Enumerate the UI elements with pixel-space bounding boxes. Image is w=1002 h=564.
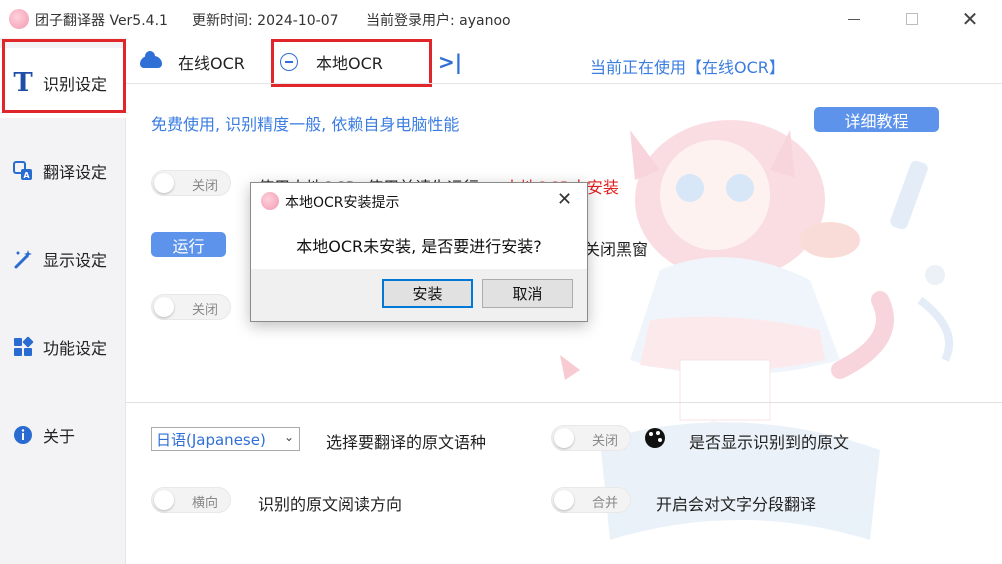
- dialog-title: 本地OCR安装提示: [285, 195, 400, 211]
- sidebar: T 识别设定 A 翻译设定 显示设定 功能设定 关于: [0, 38, 126, 564]
- show-original-toggle[interactable]: 关闭: [551, 425, 631, 451]
- show-original-label: 是否显示识别到的原文: [689, 433, 850, 452]
- dialog-close-button[interactable]: ✕: [557, 189, 572, 210]
- grid-icon: [12, 336, 34, 358]
- sidebar-item-translation[interactable]: A 翻译设定: [0, 136, 126, 206]
- dialog-footer: 安装 取消: [251, 269, 587, 321]
- cloud-icon: [140, 51, 162, 68]
- app-logo-icon: [9, 9, 29, 29]
- tab-online-ocr[interactable]: 在线OCR: [140, 44, 245, 80]
- merge-paragraph-toggle[interactable]: 合并: [551, 487, 631, 513]
- language-label: 选择要翻译的原文语种: [326, 433, 487, 452]
- dialog-title-bar: 本地OCR安装提示 ✕: [251, 183, 587, 217]
- section-divider: [126, 402, 1002, 403]
- toggle-label: 横向: [191, 496, 218, 511]
- translate-icon: A: [12, 160, 34, 182]
- toggle-label: 关闭: [191, 303, 218, 318]
- minimize-button[interactable]: [842, 8, 866, 30]
- sidebar-item-label: 翻译设定: [43, 163, 108, 182]
- chevron-down-icon: ⌄: [283, 430, 294, 444]
- close-button[interactable]: ✕: [958, 7, 982, 31]
- toggle-label: 关闭: [591, 434, 618, 449]
- merge-paragraph-label: 开启会对文字分段翻译: [656, 495, 817, 514]
- highlight-frame: [271, 39, 432, 87]
- close-console-toggle[interactable]: 关闭: [151, 294, 231, 320]
- tab-divider: [126, 83, 1002, 84]
- close-console-label: 关闭黑窗: [584, 240, 649, 259]
- dialog-message: 本地OCR未安装, 是否要进行安装?: [296, 237, 542, 256]
- local-ocr-description: 免费使用, 识别精度一般, 依赖自身电脑性能: [151, 115, 460, 134]
- app-title: 团子翻译器 Ver5.4.1: [35, 13, 168, 29]
- current-user: 当前登录用户: ayanoo: [366, 13, 511, 29]
- toggle-label: 合并: [591, 496, 618, 511]
- app-window: 团子翻译器 Ver5.4.1 更新时间: 2024-10-07 当前登录用户: …: [0, 0, 1002, 564]
- maximize-button[interactable]: [900, 8, 924, 30]
- language-select[interactable]: 日语(Japanese) ⌄: [151, 427, 300, 451]
- install-prompt-dialog: 本地OCR安装提示 ✕ 本地OCR未安装, 是否要进行安装? 安装 取消: [250, 182, 588, 322]
- local-ocr-toggle[interactable]: 关闭: [151, 170, 231, 196]
- current-ocr-status: 当前正在使用【在线OCR】: [590, 58, 785, 77]
- info-icon: [12, 424, 34, 446]
- sidebar-item-display[interactable]: 显示设定: [0, 224, 126, 294]
- collapse-arrow-icon[interactable]: >|: [438, 50, 462, 74]
- sidebar-item-function[interactable]: 功能设定: [0, 312, 126, 382]
- palette-icon: [645, 428, 665, 448]
- title-bar: 团子翻译器 Ver5.4.1 更新时间: 2024-10-07 当前登录用户: …: [0, 0, 1002, 38]
- app-logo-icon: [261, 192, 279, 210]
- cancel-button[interactable]: 取消: [482, 279, 573, 308]
- highlight-frame: [2, 39, 126, 113]
- tutorial-button[interactable]: 详细教程: [814, 107, 939, 132]
- reading-direction-label: 识别的原文阅读方向: [258, 495, 403, 514]
- install-button[interactable]: 安装: [382, 279, 473, 308]
- tab-label: 在线OCR: [178, 54, 245, 73]
- reading-direction-toggle[interactable]: 横向: [151, 487, 231, 513]
- sidebar-item-label: 关于: [43, 427, 76, 446]
- magic-wand-icon: [12, 248, 34, 270]
- language-select-value: 日语(Japanese): [156, 430, 266, 449]
- sidebar-item-about[interactable]: 关于: [0, 400, 126, 470]
- svg-text:A: A: [23, 171, 30, 180]
- sidebar-item-label: 功能设定: [43, 339, 108, 358]
- update-time: 更新时间: 2024-10-07: [192, 13, 339, 29]
- sidebar-item-label: 显示设定: [43, 251, 108, 270]
- run-button[interactable]: 运行: [151, 232, 226, 257]
- toggle-label: 关闭: [191, 179, 218, 194]
